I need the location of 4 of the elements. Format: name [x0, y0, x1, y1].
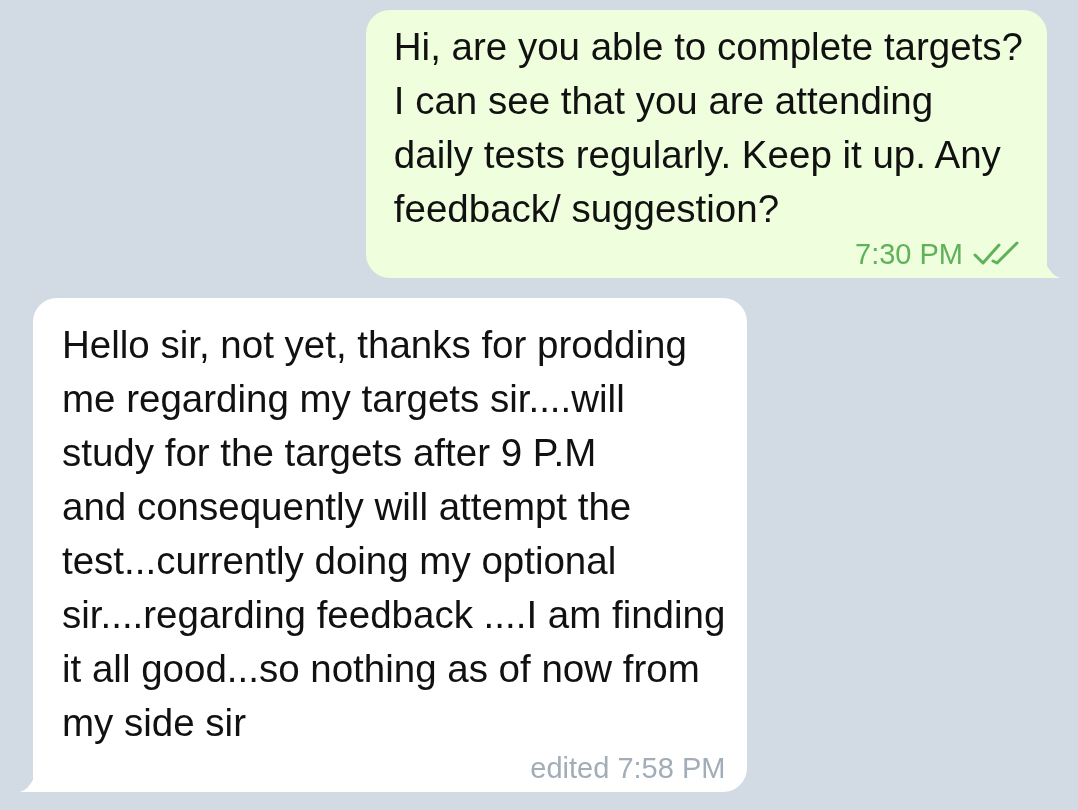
message-text: Hi, are you able to complete targets? I can see that you are attending daily tests regularly. Keep it up. Any feedback/ suggestion?: [393, 24, 1023, 232]
message-time: edited 7:58 PM: [530, 751, 726, 785]
message-text: Hello sir, not yet, thanks for prodding me regarding my targets sir....will study for the targets after 9 P.M and consequently will attempt the test...currently doing my optional sir....regarding feedback ....I am finding it all good...so nothing as of now from my side sir: [62, 322, 726, 746]
message-time: 7:30 PM: [855, 237, 963, 271]
